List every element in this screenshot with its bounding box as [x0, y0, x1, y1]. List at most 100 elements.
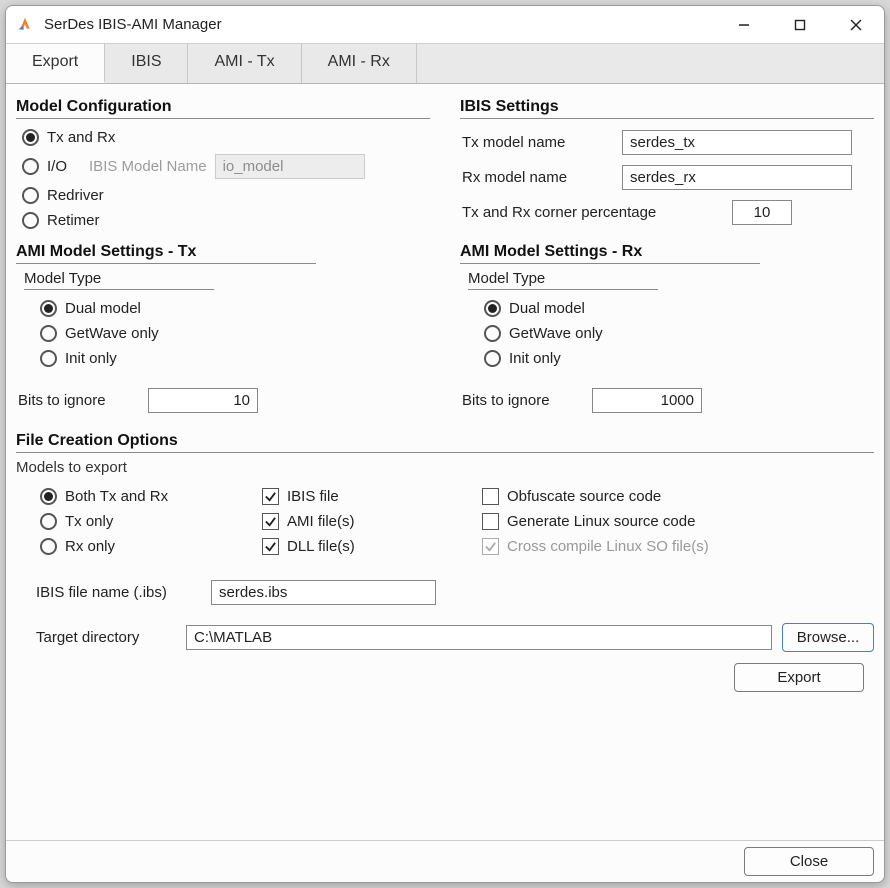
- rx-model-name-label: Rx model name: [462, 169, 612, 186]
- checkbox-label: Generate Linux source code: [507, 513, 695, 530]
- radio-icon: [40, 325, 57, 342]
- models-to-export-label: Models to export: [16, 459, 874, 476]
- radio-label: Rx only: [65, 538, 115, 555]
- checkbox-label: Cross compile Linux SO file(s): [507, 538, 709, 555]
- radio-label: Both Tx and Rx: [65, 488, 168, 505]
- maximize-button[interactable]: [772, 6, 828, 43]
- model-configuration-section: Model Configuration Tx and Rx I/O IBIS M…: [16, 92, 430, 233]
- radio-label: Init only: [509, 350, 561, 367]
- export-both-option[interactable]: Both Tx and Rx: [16, 484, 246, 509]
- dll-files-checkbox[interactable]: DLL file(s): [256, 534, 466, 559]
- ami-rx-section: AMI Model Settings - Rx Model Type Dual …: [460, 237, 874, 418]
- ibis-settings-heading: IBIS Settings: [460, 98, 874, 116]
- close-window-button[interactable]: [828, 6, 884, 43]
- radio-icon: [484, 300, 501, 317]
- checkbox-icon: [262, 538, 279, 555]
- radio-icon: [40, 538, 57, 555]
- export-rx-only-option[interactable]: Rx only: [16, 534, 246, 559]
- ami-tx-bits-label: Bits to ignore: [18, 392, 138, 409]
- ibis-model-name-input: [215, 154, 365, 179]
- tx-model-name-label: Tx model name: [462, 134, 612, 151]
- ami-rx-getwave-option[interactable]: GetWave only: [460, 321, 874, 346]
- ami-rx-bits-input[interactable]: [592, 388, 702, 413]
- ami-tx-model-type-label: Model Type: [24, 270, 430, 287]
- export-button[interactable]: Export: [734, 663, 864, 692]
- radio-icon: [40, 300, 57, 317]
- checkbox-icon: [482, 488, 499, 505]
- ami-rx-bits-label: Bits to ignore: [462, 392, 582, 409]
- ami-tx-init-option[interactable]: Init only: [16, 346, 430, 371]
- ibis-model-name-label: IBIS Model Name: [89, 158, 207, 175]
- tab-ami-rx[interactable]: AMI - Rx: [302, 44, 417, 83]
- ami-files-checkbox[interactable]: AMI file(s): [256, 509, 466, 534]
- radio-label: Dual model: [65, 300, 141, 317]
- checkbox-icon: [482, 538, 499, 555]
- target-directory-input[interactable]: [186, 625, 772, 650]
- radio-icon: [22, 212, 39, 229]
- ami-rx-dual-option[interactable]: Dual model: [460, 296, 874, 321]
- radio-label: Init only: [65, 350, 117, 367]
- ibis-settings-section: IBIS Settings Tx model name Rx model nam…: [460, 92, 874, 233]
- checkbox-icon: [262, 488, 279, 505]
- radio-label: Dual model: [509, 300, 585, 317]
- tx-model-name-input[interactable]: [622, 130, 852, 155]
- ami-tx-section: AMI Model Settings - Tx Model Type Dual …: [16, 237, 430, 418]
- ami-rx-model-type-label: Model Type: [468, 270, 874, 287]
- content-area: Model Configuration Tx and Rx I/O IBIS M…: [6, 84, 884, 840]
- radio-label: I/O: [47, 158, 67, 175]
- radio-icon: [40, 513, 57, 530]
- target-directory-label: Target directory: [36, 629, 176, 646]
- ami-rx-heading: AMI Model Settings - Rx: [460, 243, 874, 261]
- tab-ibis[interactable]: IBIS: [105, 44, 188, 83]
- radio-icon: [22, 158, 39, 175]
- matlab-icon: [16, 16, 34, 34]
- radio-label: GetWave only: [509, 325, 603, 342]
- radio-icon: [484, 350, 501, 367]
- window-title: SerDes IBIS-AMI Manager: [44, 16, 716, 33]
- radio-label: Tx and Rx: [47, 129, 115, 146]
- close-button[interactable]: Close: [744, 847, 874, 876]
- tab-ami-tx[interactable]: AMI - Tx: [188, 44, 301, 83]
- radio-icon: [40, 350, 57, 367]
- checkbox-icon: [262, 513, 279, 530]
- browse-button[interactable]: Browse...: [782, 623, 874, 652]
- ibis-file-name-input[interactable]: [211, 580, 436, 605]
- model-config-io-option[interactable]: I/O IBIS Model Name: [16, 150, 430, 183]
- radio-icon: [22, 129, 39, 146]
- file-creation-section: File Creation Options Models to export B…: [16, 432, 874, 698]
- ibis-file-name-label: IBIS file name (.ibs): [36, 584, 201, 601]
- corner-pct-input[interactable]: [732, 200, 792, 225]
- model-config-retimer-option[interactable]: Retimer: [16, 208, 430, 233]
- model-config-heading: Model Configuration: [16, 98, 430, 116]
- gen-linux-checkbox[interactable]: Generate Linux source code: [476, 509, 874, 534]
- radio-icon: [40, 488, 57, 505]
- rx-model-name-input[interactable]: [622, 165, 852, 190]
- ami-tx-bits-input[interactable]: [148, 388, 258, 413]
- file-creation-heading: File Creation Options: [16, 432, 874, 450]
- obfuscate-checkbox[interactable]: Obfuscate source code: [476, 484, 874, 509]
- checkbox-label: Obfuscate source code: [507, 488, 661, 505]
- ami-tx-heading: AMI Model Settings - Tx: [16, 243, 430, 261]
- checkbox-label: AMI file(s): [287, 513, 355, 530]
- checkbox-icon: [482, 513, 499, 530]
- radio-label: Tx only: [65, 513, 113, 530]
- model-config-redriver-option[interactable]: Redriver: [16, 183, 430, 208]
- tabstrip: Export IBIS AMI - Tx AMI - Rx: [6, 44, 884, 84]
- radio-label: Redriver: [47, 187, 104, 204]
- titlebar: SerDes IBIS-AMI Manager: [6, 6, 884, 44]
- model-config-txrx-option[interactable]: Tx and Rx: [16, 125, 430, 150]
- ami-tx-dual-option[interactable]: Dual model: [16, 296, 430, 321]
- minimize-button[interactable]: [716, 6, 772, 43]
- tab-export[interactable]: Export: [6, 44, 105, 83]
- app-window: SerDes IBIS-AMI Manager Export IBIS AMI …: [5, 5, 885, 883]
- export-tx-only-option[interactable]: Tx only: [16, 509, 246, 534]
- ami-rx-init-option[interactable]: Init only: [460, 346, 874, 371]
- window-controls: [716, 6, 884, 43]
- corner-pct-label: Tx and Rx corner percentage: [462, 204, 722, 221]
- checkbox-label: IBIS file: [287, 488, 339, 505]
- radio-label: GetWave only: [65, 325, 159, 342]
- ibis-file-checkbox[interactable]: IBIS file: [256, 484, 466, 509]
- checkbox-label: DLL file(s): [287, 538, 355, 555]
- radio-icon: [22, 187, 39, 204]
- ami-tx-getwave-option[interactable]: GetWave only: [16, 321, 430, 346]
